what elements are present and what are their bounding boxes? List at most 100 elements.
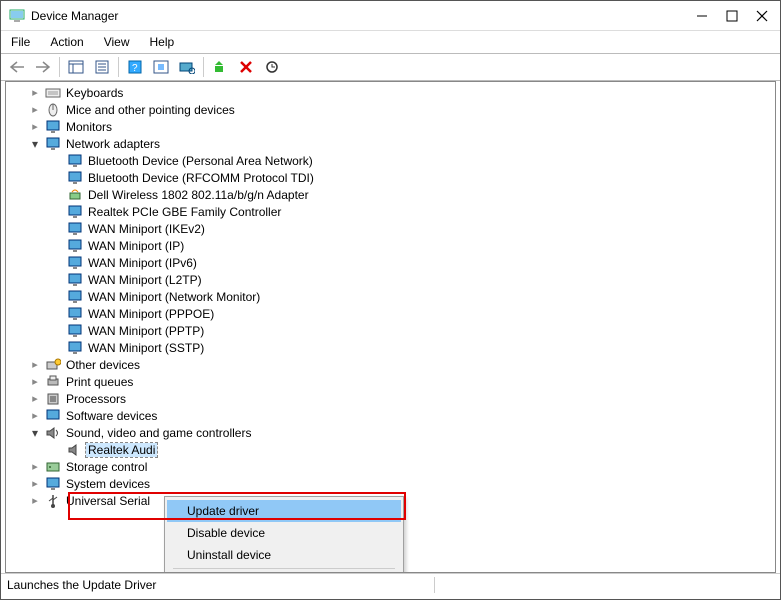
tree-node-network-item[interactable]: WAN Miniport (PPPOE) xyxy=(6,305,775,322)
context-menu: Update driver Disable device Uninstall d… xyxy=(164,496,404,573)
tree-node-network-item[interactable]: WAN Miniport (IKEv2) xyxy=(6,220,775,237)
system-icon xyxy=(45,476,61,492)
tree-label: Realtek Audi xyxy=(86,443,157,457)
collapse-icon[interactable] xyxy=(28,137,42,151)
menu-help[interactable]: Help xyxy=(146,33,179,51)
toolbar: ? xyxy=(1,53,780,81)
mouse-icon xyxy=(45,102,61,118)
tree-node-network-item[interactable]: WAN Miniport (IPv6) xyxy=(6,254,775,271)
expand-icon[interactable] xyxy=(28,358,42,371)
tree-node-processors[interactable]: Processors xyxy=(6,390,775,407)
update-driver-button[interactable] xyxy=(208,55,232,79)
tree-node-network-item[interactable]: Realtek PCIe GBE Family Controller xyxy=(6,203,775,220)
maximize-button[interactable] xyxy=(726,10,738,22)
tree-node-keyboards[interactable]: Keyboards xyxy=(6,84,775,101)
menu-scan-hardware[interactable]: Scan for hardware changes xyxy=(167,571,401,573)
scan-hardware-button[interactable] xyxy=(175,55,199,79)
expand-icon[interactable] xyxy=(28,477,42,490)
keyboard-icon xyxy=(45,85,61,101)
menu-action[interactable]: Action xyxy=(46,33,87,51)
expand-icon[interactable] xyxy=(28,494,42,507)
help-button[interactable]: ? xyxy=(123,55,147,79)
tree-node-software-devices[interactable]: Software devices xyxy=(6,407,775,424)
back-button[interactable] xyxy=(5,55,29,79)
network-adapter-icon xyxy=(67,153,83,169)
storage-icon xyxy=(45,459,61,475)
software-icon xyxy=(45,408,61,424)
tree-label: WAN Miniport (PPPOE) xyxy=(86,307,216,321)
tree-node-mice[interactable]: Mice and other pointing devices xyxy=(6,101,775,118)
tree-node-sound[interactable]: Sound, video and game controllers xyxy=(6,424,775,441)
tree-label: Print queues xyxy=(64,375,135,389)
window-title: Device Manager xyxy=(31,9,696,23)
expand-icon[interactable] xyxy=(28,103,42,116)
tree-label: Bluetooth Device (Personal Area Network) xyxy=(86,154,315,168)
tree-node-network-item[interactable]: Bluetooth Device (Personal Area Network) xyxy=(6,152,775,169)
tree-label: WAN Miniport (IP) xyxy=(86,239,186,253)
tree-label: Bluetooth Device (RFCOMM Protocol TDI) xyxy=(86,171,316,185)
tree-node-network-item[interactable]: Dell Wireless 1802 802.11a/b/g/n Adapter xyxy=(6,186,775,203)
tree-node-monitors[interactable]: Monitors xyxy=(6,118,775,135)
expand-icon[interactable] xyxy=(28,86,42,99)
tree-label: System devices xyxy=(64,477,152,491)
tree-node-network-item[interactable]: Bluetooth Device (RFCOMM Protocol TDI) xyxy=(6,169,775,186)
tree-label: Keyboards xyxy=(64,86,125,100)
tree-node-network-adapters[interactable]: Network adapters xyxy=(6,135,775,152)
network-icon xyxy=(45,136,61,152)
network-adapter-icon xyxy=(67,238,83,254)
svg-text:?: ? xyxy=(132,63,138,74)
menu-file[interactable]: File xyxy=(7,33,34,51)
properties-button[interactable] xyxy=(90,55,114,79)
sound-icon xyxy=(45,425,61,441)
printer-icon xyxy=(45,374,61,390)
expand-icon[interactable] xyxy=(28,460,42,473)
tree-node-network-item[interactable]: WAN Miniport (L2TP) xyxy=(6,271,775,288)
tree-node-network-item[interactable]: WAN Miniport (SSTP) xyxy=(6,339,775,356)
menu-update-driver[interactable]: Update driver xyxy=(167,500,401,522)
show-hide-tree-button[interactable] xyxy=(64,55,88,79)
expand-icon[interactable] xyxy=(28,409,42,422)
network-adapter-icon xyxy=(67,340,83,356)
tree-node-network-item[interactable]: WAN Miniport (IP) xyxy=(6,237,775,254)
collapse-icon[interactable] xyxy=(28,426,42,440)
tree-label: WAN Miniport (IPv6) xyxy=(86,256,199,270)
audio-device-icon xyxy=(67,442,83,458)
tree-label: WAN Miniport (IKEv2) xyxy=(86,222,207,236)
menu-disable-device[interactable]: Disable device xyxy=(167,522,401,544)
expand-icon[interactable] xyxy=(28,120,42,133)
close-button[interactable] xyxy=(756,10,768,22)
tree-label: Network adapters xyxy=(64,137,162,151)
forward-button[interactable] xyxy=(31,55,55,79)
tree-label: WAN Miniport (SSTP) xyxy=(86,341,206,355)
tree-node-other-devices[interactable]: Other devices xyxy=(6,356,775,373)
network-adapter-icon xyxy=(67,221,83,237)
tree-label: WAN Miniport (L2TP) xyxy=(86,273,204,287)
tree-label: WAN Miniport (PPTP) xyxy=(86,324,206,338)
expand-icon[interactable] xyxy=(28,392,42,405)
menu-uninstall-device[interactable]: Uninstall device xyxy=(167,544,401,566)
tree-label: WAN Miniport (Network Monitor) xyxy=(86,290,262,304)
menu-separator xyxy=(173,568,395,569)
disable-button[interactable] xyxy=(260,55,284,79)
tree-label: Other devices xyxy=(64,358,142,372)
tree-node-network-item[interactable]: WAN Miniport (PPTP) xyxy=(6,322,775,339)
tree-node-print-queues[interactable]: Print queues xyxy=(6,373,775,390)
device-tree-panel: Keyboards Mice and other pointing device… xyxy=(5,81,776,573)
uninstall-button[interactable] xyxy=(234,55,258,79)
monitor-icon xyxy=(45,119,61,135)
tree-node-network-item[interactable]: WAN Miniport (Network Monitor) xyxy=(6,288,775,305)
tree-label: Storage control xyxy=(64,460,149,474)
menu-view[interactable]: View xyxy=(100,33,134,51)
tree-label: Software devices xyxy=(64,409,159,423)
network-adapter-icon xyxy=(67,187,83,203)
toolbar-icon-a[interactable] xyxy=(149,55,173,79)
tree-node-realtek-audio[interactable]: Realtek Audi xyxy=(6,441,775,458)
tree-node-system-devices[interactable]: System devices xyxy=(6,475,775,492)
tree-node-storage[interactable]: Storage control xyxy=(6,458,775,475)
network-adapter-icon xyxy=(67,306,83,322)
tree-label: Processors xyxy=(64,392,128,406)
titlebar: Device Manager xyxy=(1,1,780,31)
minimize-button[interactable] xyxy=(696,10,708,22)
expand-icon[interactable] xyxy=(28,375,42,388)
network-adapter-icon xyxy=(67,255,83,271)
